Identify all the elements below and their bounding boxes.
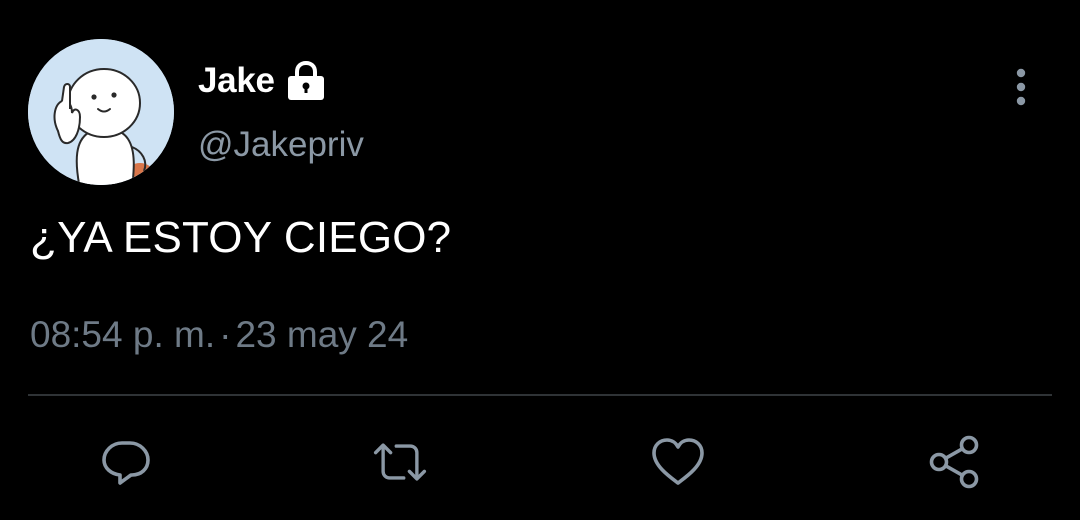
like-button[interactable]	[648, 432, 708, 492]
display-name[interactable]: Jake	[198, 61, 275, 101]
user-handle[interactable]: @Jakepriv	[198, 125, 364, 165]
reply-icon	[102, 441, 150, 485]
share-button[interactable]	[924, 432, 984, 492]
retweet-button[interactable]	[370, 432, 430, 492]
cartoon-avatar-icon	[28, 39, 174, 185]
user-info: Jake @Jakepriv	[198, 58, 364, 165]
divider	[28, 394, 1052, 396]
more-options-button[interactable]	[1004, 66, 1038, 110]
display-name-row: Jake	[198, 58, 364, 104]
share-icon	[929, 435, 979, 489]
tweet-time[interactable]: 08:54 p. m.	[30, 314, 215, 355]
heart-icon	[652, 438, 704, 485]
tweet-detail: Jake @Jakepriv ¿YA ESTOY CIEGO? 08:54 p.…	[0, 0, 1080, 520]
tweet-date[interactable]: 23 may 24	[235, 314, 408, 355]
more-vertical-icon	[1016, 68, 1026, 106]
retweet-icon	[373, 443, 427, 481]
meta-separator: ·	[219, 314, 232, 355]
reply-button[interactable]	[96, 432, 156, 492]
avatar[interactable]	[28, 39, 174, 185]
tweet-timestamp: 08:54 p. m. · 23 may 24	[30, 314, 408, 356]
tweet-text: ¿YA ESTOY CIEGO?	[30, 213, 452, 262]
lock-icon	[285, 60, 327, 101]
